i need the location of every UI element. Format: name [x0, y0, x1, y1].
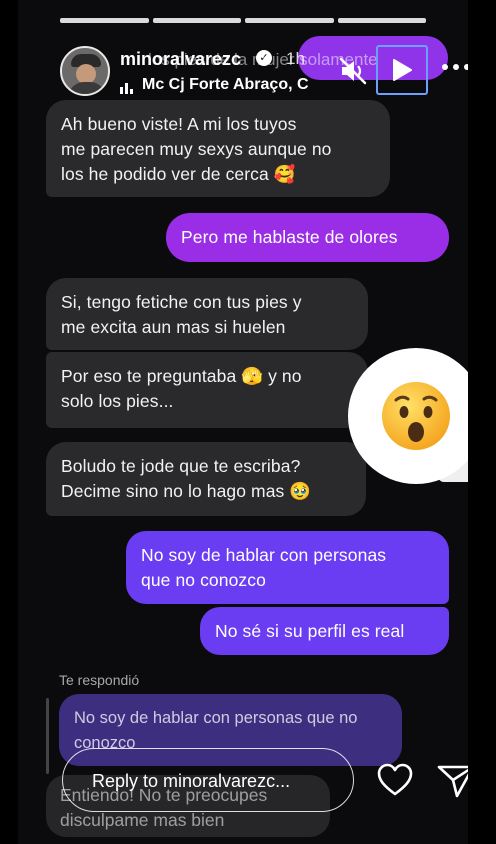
more-icon-dot: [442, 64, 448, 70]
message-outgoing: No sé si su perfil es real: [200, 607, 449, 655]
message-incoming: Si, tengo fetiche con tus pies y me exci…: [46, 278, 368, 350]
audio-bars-icon: [120, 77, 138, 94]
play-icon: [393, 59, 412, 81]
message-incoming: Boludo te jode que te escriba? Decime si…: [46, 442, 366, 516]
reply-input[interactable]: Reply to minoralvarezc...: [62, 748, 354, 812]
heart-icon: [377, 763, 413, 796]
music-title: Mc Cj Forte Abraço, C: [142, 76, 309, 93]
avatar[interactable]: [60, 46, 110, 96]
story-progress: [60, 18, 426, 23]
send-button[interactable]: [436, 762, 468, 800]
message-outgoing: Pero me hablaste de olores: [166, 213, 449, 262]
message-incoming: Por eso te preguntaba 🫣 y no solo los pi…: [46, 352, 368, 428]
like-button[interactable]: [376, 762, 414, 798]
speaker-muted-icon: [339, 57, 367, 85]
message-outgoing: No soy de hablar con personas que no con…: [126, 531, 449, 604]
surprised-face-icon: [382, 382, 450, 450]
music-label[interactable]: Mc Cj Forte Abraço, C: [120, 76, 316, 94]
reaction-sticker[interactable]: [348, 348, 468, 484]
more-options-button[interactable]: [440, 64, 468, 74]
reply-indicator-bar: [46, 698, 49, 774]
replied-label: Te respondió: [59, 672, 140, 688]
progress-segment: [152, 18, 241, 23]
mute-button[interactable]: [338, 56, 368, 86]
send-icon: [437, 765, 468, 798]
progress-segment: [337, 18, 426, 23]
more-icon-dot: [453, 64, 459, 70]
message-incoming: Ah bueno viste! A mi los tuyos me parece…: [46, 100, 390, 197]
story-frame: los pies de la mujer solamente minoralva…: [18, 0, 468, 844]
progress-segment: [245, 18, 334, 23]
play-button[interactable]: [376, 45, 428, 95]
progress-segment: [60, 18, 149, 23]
more-icon-dot: [464, 64, 468, 70]
